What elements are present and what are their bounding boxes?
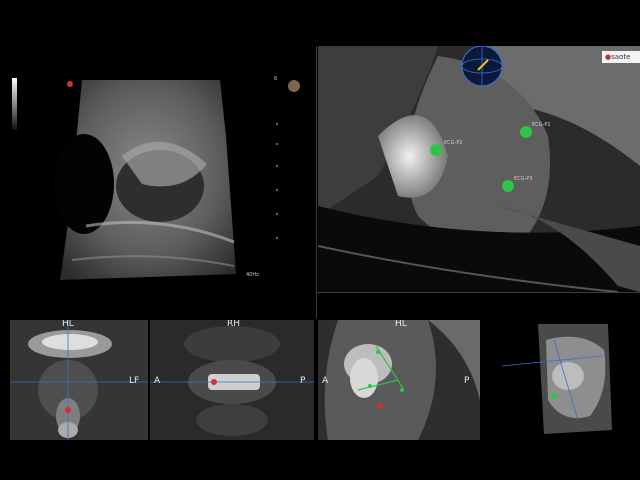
viewport-divider-horizontal [317, 292, 640, 293]
coronal-label-top: HL [62, 320, 74, 329]
axial-label-top: RH [227, 320, 241, 329]
ultrasound-viewport[interactable]: 6 40Hz [12, 74, 302, 286]
viewport-divider-vertical [316, 46, 317, 318]
gray-level-bar [12, 78, 17, 130]
depth-marker: 6 [274, 76, 278, 82]
volume-3d-viewport[interactable] [482, 320, 640, 440]
axial-image [150, 320, 314, 440]
axial-label-right: P [300, 376, 306, 386]
marker-label-1: ECG-P2 [444, 140, 463, 146]
marker-point [520, 126, 532, 138]
marker-label-3: ECG-P3 [514, 176, 533, 182]
brand-logo: ●saote [602, 51, 640, 63]
sagittal-label-right: P [464, 376, 470, 386]
volume-3d-image [482, 320, 640, 440]
marker-point [430, 144, 442, 156]
coronal-image [10, 320, 148, 440]
sagittal-label-top: HL [395, 320, 407, 329]
marker-point [502, 180, 514, 192]
mri-main-viewport[interactable]: ECG-P2 ECG-P1 ECG-P3 [318, 46, 640, 292]
sagittal-viewport[interactable]: HL A P [318, 320, 480, 440]
sagittal-label-left: A [322, 376, 329, 386]
axial-viewport[interactable]: RH A P [150, 320, 314, 440]
axial-label-left: A [154, 376, 161, 386]
ultrasound-image [12, 78, 300, 280]
mri-main-image [318, 46, 640, 292]
sagittal-image [318, 320, 480, 440]
frequency-readout: 40Hz [246, 272, 259, 278]
marker-label-2: ECG-P1 [532, 122, 551, 128]
coronal-viewport[interactable]: HL LF [10, 320, 148, 440]
coronal-label-right: LF [129, 376, 140, 386]
probe-icon [288, 80, 300, 92]
probe-orientation-icon [67, 81, 73, 87]
